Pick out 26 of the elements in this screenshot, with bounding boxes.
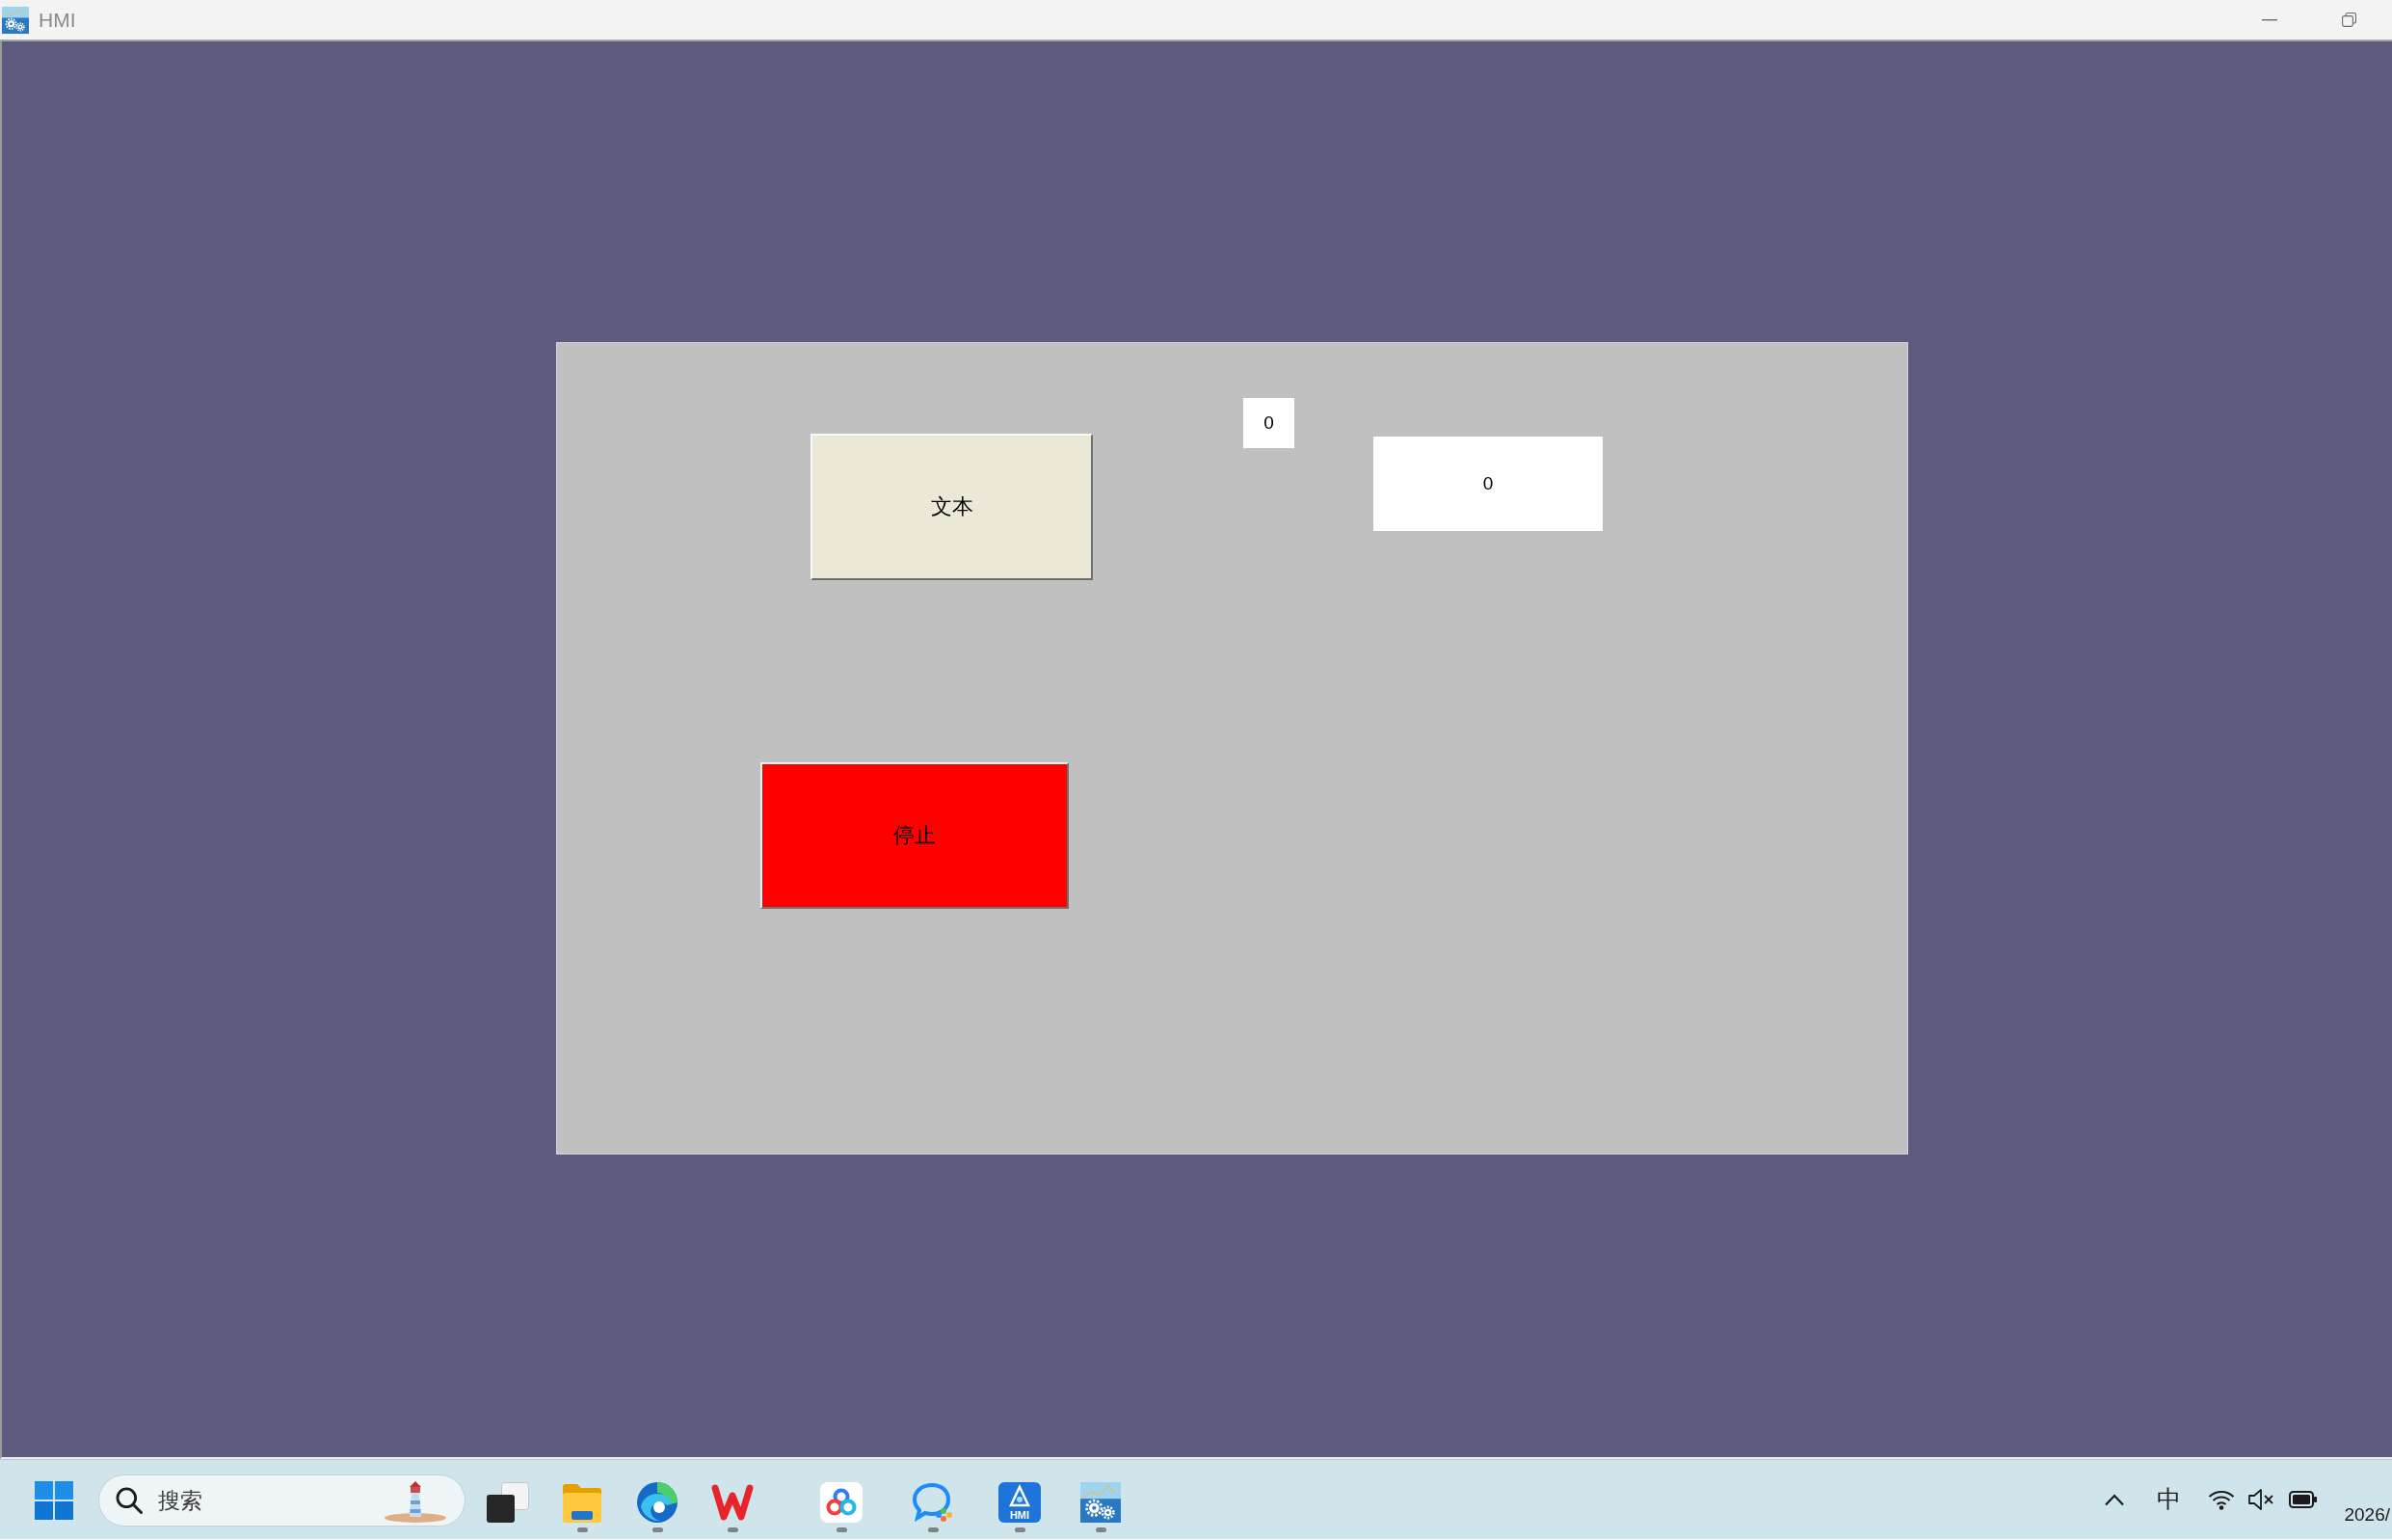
stacked-squares-icon[interactable] — [487, 1482, 529, 1523]
restore-icon — [2341, 13, 2356, 27]
rings-icon[interactable] — [820, 1482, 863, 1523]
app-tile-icon[interactable]: HMI — [998, 1482, 1041, 1523]
date-text: 2026/ — [2344, 1503, 2390, 1527]
input-method-indicator[interactable]: 中 — [2157, 1485, 2182, 1514]
four-squares-icon[interactable] — [35, 1481, 73, 1520]
swirl-icon[interactable] — [637, 1482, 678, 1523]
search-input[interactable]: 搜索 — [158, 1488, 351, 1513]
minimize-icon — [2262, 18, 2277, 21]
window-title: HMI — [39, 8, 76, 32]
chevron-up-icon[interactable] — [2104, 1493, 2126, 1506]
battery-icon[interactable] — [2289, 1491, 2318, 1508]
chat-bubble-icon[interactable] — [912, 1482, 954, 1523]
gear-tile-icon[interactable] — [1080, 1482, 1121, 1523]
push-button[interactable]: 停止 — [760, 762, 1069, 909]
folder-icon[interactable] — [561, 1482, 603, 1523]
wifi-icon[interactable] — [2208, 1489, 2236, 1510]
value-display: 0 — [1373, 437, 1603, 531]
zigzag-icon[interactable] — [711, 1482, 754, 1523]
lighthouse-icon — [384, 1478, 447, 1523]
search-icon — [116, 1487, 143, 1514]
push-button[interactable]: 文本 — [811, 434, 1093, 580]
speaker-muted-icon[interactable] — [2248, 1488, 2275, 1511]
value-display: 0 — [1243, 398, 1294, 448]
search-field[interactable]: 搜索 — [98, 1474, 465, 1527]
